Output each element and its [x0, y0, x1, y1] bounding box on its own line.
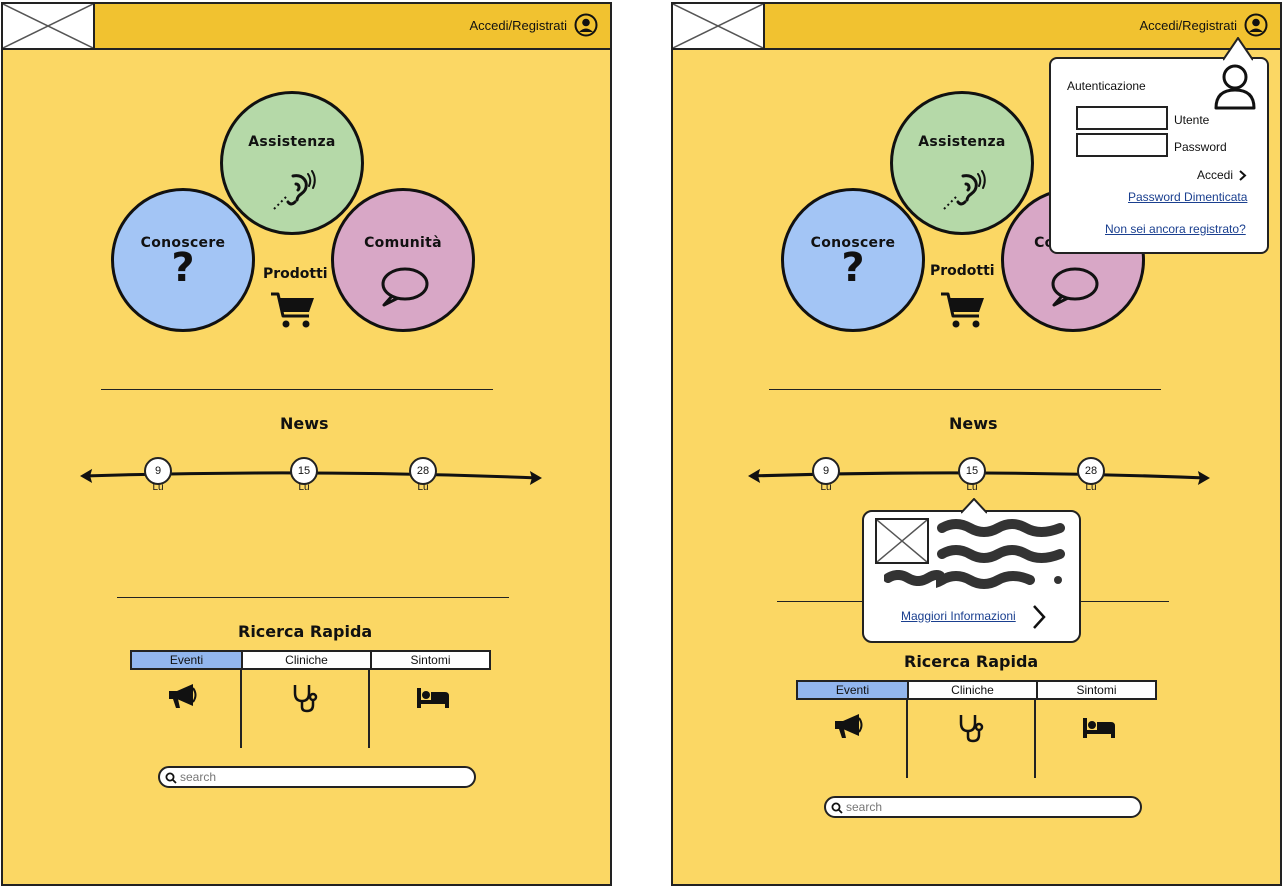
register-link[interactable]: Non sei ancora registrato? [1105, 222, 1246, 236]
stethoscope-icon[interactable] [958, 713, 986, 743]
tab-cliniche[interactable]: Cliniche [909, 682, 1038, 698]
assistenza-label: Assistenza [918, 134, 1006, 150]
ricerca-tabs: Eventi Cliniche Sintomi [796, 680, 1157, 700]
user-icon [1214, 64, 1256, 110]
speech-bubble-icon [381, 267, 429, 307]
speech-bubble-icon [1051, 267, 1099, 307]
tab-eventi[interactable]: Eventi [798, 682, 909, 698]
hearing-aid-icon [943, 170, 986, 210]
tab-sintomi[interactable]: Sintomi [372, 652, 489, 668]
search-input[interactable]: search [824, 796, 1142, 818]
conoscere-button[interactable]: Conoscere ? [111, 188, 255, 332]
password-label: Password [1174, 140, 1227, 154]
timeline-weekday-2: Lu [966, 482, 978, 493]
image-placeholder-icon[interactable] [673, 4, 765, 48]
assistenza-button[interactable]: Assistenza [890, 91, 1034, 235]
username-label: Utente [1174, 113, 1210, 127]
timeline-node-3[interactable]: 28 [1077, 457, 1105, 485]
ricerca-tabs: Eventi Cliniche Sintomi [130, 650, 491, 670]
forgot-password-link[interactable]: Password Dimenticata [1128, 190, 1247, 204]
chevron-right-icon[interactable] [1031, 603, 1047, 631]
megaphone-icon[interactable] [833, 713, 867, 739]
search-icon [831, 802, 843, 814]
tab-separator-1 [906, 700, 908, 778]
login-register-link[interactable]: Accedi/Registrati [1139, 18, 1237, 33]
ricerca-title: Ricerca Rapida [904, 652, 1039, 671]
search-placeholder: search [846, 800, 883, 814]
search-icon [165, 772, 177, 784]
chevron-right-icon[interactable] [1239, 170, 1247, 181]
timeline-node-2[interactable]: 15 [290, 457, 318, 485]
tab-cliniche[interactable]: Cliniche [243, 652, 372, 668]
prodotti-label[interactable]: Prodotti [263, 266, 328, 282]
news-popover: Maggiori Informazioni [862, 498, 1081, 643]
timeline-weekday-2: Lu [298, 482, 310, 493]
login-title: Autenticazione [1067, 79, 1146, 93]
tab-eventi[interactable]: Eventi [132, 652, 243, 668]
stethoscope-icon[interactable] [292, 683, 320, 713]
timeline-day-2: 15 [965, 465, 979, 477]
shopping-cart-icon[interactable] [939, 290, 987, 330]
header-bar: Accedi/Registrati [3, 4, 610, 50]
popover-pointer [1223, 37, 1253, 61]
login-submit-button[interactable]: Accedi [1197, 168, 1233, 182]
bed-icon[interactable] [416, 686, 450, 710]
divider-top [769, 389, 1161, 390]
login-popover: Autenticazione Utente Password Accedi Pa… [1049, 37, 1269, 254]
timeline-day-1: 9 [822, 465, 830, 477]
user-circle-icon[interactable] [574, 13, 598, 37]
search-placeholder: search [180, 770, 217, 784]
comunita-button[interactable]: Comunità [331, 188, 475, 332]
login-register-link[interactable]: Accedi/Registrati [469, 18, 567, 33]
prodotti-label[interactable]: Prodotti [930, 263, 995, 279]
megaphone-icon[interactable] [167, 683, 201, 709]
tab-separator-2 [1034, 700, 1036, 778]
tab-sintomi[interactable]: Sintomi [1038, 682, 1155, 698]
password-field[interactable] [1076, 133, 1168, 157]
username-field[interactable] [1076, 106, 1168, 130]
news-title: News [280, 414, 329, 433]
more-info-link[interactable]: Maggiori Informazioni [901, 609, 1016, 623]
divider-top [101, 389, 493, 390]
tab-separator-1 [240, 670, 242, 748]
question-mark-icon: ? [171, 245, 195, 291]
user-circle-icon[interactable] [1244, 13, 1268, 37]
timeline-node-3[interactable]: 28 [409, 457, 437, 485]
timeline-day-3: 28 [1084, 465, 1098, 477]
news-title: News [949, 414, 998, 433]
shopping-cart-icon[interactable] [269, 290, 317, 330]
scribbled-text-left [884, 570, 944, 586]
image-placeholder-icon[interactable] [3, 4, 95, 48]
tab-separator-2 [368, 670, 370, 748]
timeline-day-2: 15 [297, 465, 311, 477]
assistenza-label: Assistenza [248, 134, 336, 150]
image-placeholder-icon [875, 518, 929, 564]
timeline-weekday-3: Lu [417, 482, 429, 493]
popover-pointer [961, 498, 987, 514]
timeline-day-1: 9 [154, 465, 162, 477]
divider-bottom [117, 597, 509, 598]
scribbled-text-placeholder [936, 519, 1065, 589]
header-bar: Accedi/Registrati [673, 4, 1280, 50]
timeline-day-3: 28 [416, 465, 430, 477]
timeline-weekday-1: Lu [820, 482, 832, 493]
timeline-node-1[interactable]: 9 [812, 457, 840, 485]
timeline-node-1[interactable]: 9 [144, 457, 172, 485]
bed-icon[interactable] [1082, 716, 1116, 740]
assistenza-button[interactable]: Assistenza [220, 91, 364, 235]
question-mark-icon: ? [841, 245, 865, 291]
ricerca-title: Ricerca Rapida [238, 622, 373, 641]
timeline-weekday-3: Lu [1085, 482, 1097, 493]
timeline-node-2[interactable]: 15 [958, 457, 986, 485]
comunita-label: Comunità [364, 235, 442, 251]
timeline-weekday-1: Lu [152, 482, 164, 493]
search-input[interactable]: search [158, 766, 476, 788]
conoscere-button[interactable]: Conoscere ? [781, 188, 925, 332]
hearing-aid-icon [273, 170, 316, 210]
